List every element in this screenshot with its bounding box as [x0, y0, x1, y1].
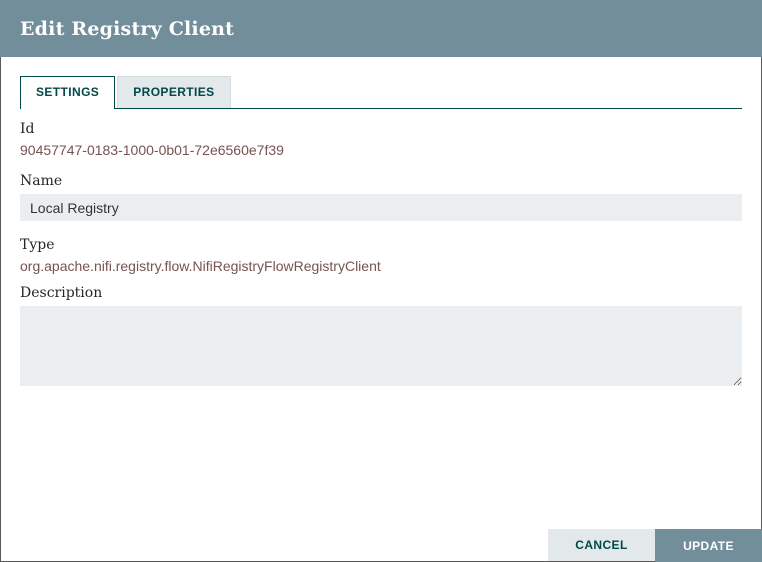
- dialog-body: SETTINGS PROPERTIES Id 90457747-0183-100…: [1, 57, 761, 386]
- edit-registry-client-dialog: Edit Registry Client SETTINGS PROPERTIES…: [0, 0, 762, 562]
- name-field: Name: [20, 173, 742, 221]
- dialog-title: Edit Registry Client: [20, 18, 234, 40]
- description-label: Description: [20, 285, 742, 302]
- type-label: Type: [20, 237, 742, 254]
- type-field: Type org.apache.nifi.registry.flow.NifiR…: [20, 237, 742, 274]
- id-label: Id: [20, 121, 742, 138]
- dialog-header: Edit Registry Client: [0, 0, 762, 57]
- id-field: Id 90457747-0183-1000-0b01-72e6560e7f39: [20, 121, 742, 158]
- tab-properties[interactable]: PROPERTIES: [117, 76, 230, 108]
- dialog-footer: CANCEL UPDATE: [548, 529, 762, 561]
- id-value: 90457747-0183-1000-0b01-72e6560e7f39: [20, 142, 742, 158]
- tab-settings[interactable]: SETTINGS: [20, 76, 115, 109]
- update-button[interactable]: UPDATE: [655, 529, 762, 562]
- cancel-button[interactable]: CANCEL: [548, 529, 655, 561]
- description-textarea[interactable]: [20, 306, 742, 386]
- settings-panel: Id 90457747-0183-1000-0b01-72e6560e7f39 …: [20, 109, 742, 386]
- description-field: Description: [20, 285, 742, 386]
- name-input[interactable]: [20, 194, 742, 221]
- name-label: Name: [20, 173, 742, 190]
- tab-bar: SETTINGS PROPERTIES: [20, 76, 742, 109]
- type-value: org.apache.nifi.registry.flow.NifiRegist…: [20, 258, 742, 274]
